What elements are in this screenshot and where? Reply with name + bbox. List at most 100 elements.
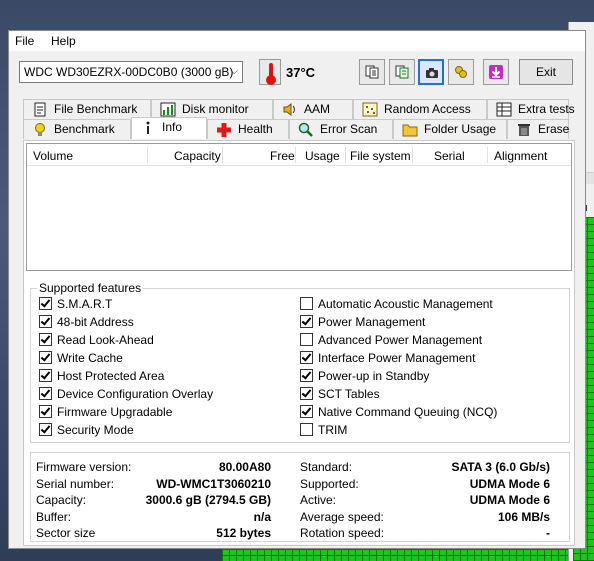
tab-label: AAM [304,102,331,116]
detail-key: Capacity: [36,493,87,507]
screenshot-button[interactable] [418,59,444,85]
checked-box-icon [300,315,313,328]
tab-error-scan[interactable]: Error Scan [289,119,393,139]
detail-row: Serial number: WD-WMC1T3060210 [36,477,271,493]
detail-row: Sector size 512 bytes [36,526,271,542]
column-alignment[interactable]: Alignment [494,149,547,163]
feature-label: Write Cache [57,351,123,365]
checked-box-icon [39,333,52,346]
magnifier-icon [298,122,313,137]
feature-label: Power Management [318,315,426,329]
detail-value: SATA 3 (6.0 Gb/s) [451,460,550,474]
feature-label: TRIM [318,423,348,437]
hd-tune-window: File Help WDC WD30EZRX-00DC0B0 (3000 gB)… [8,30,586,549]
copy-text-button[interactable] [359,59,385,85]
detail-row: Supported: UDMA Mode 6 [300,477,550,493]
column-serial[interactable]: Serial [434,149,465,163]
tab-label: Info [162,120,183,134]
folder-icon [402,124,418,137]
menu-file[interactable]: File [15,34,34,48]
options-button[interactable] [448,59,474,85]
checked-box-icon [39,387,52,400]
tabs-top-row: File Benchmark Disk monitor AAM Random A… [23,99,575,119]
tab-label: Erase [538,122,570,136]
detail-key: Supported: [300,476,359,491]
tab-health[interactable]: Health [207,119,289,139]
detail-value: 512 bytes [216,526,271,540]
menu-bar: File Help [9,31,585,51]
tab-random-access[interactable]: Random Access [353,99,487,119]
detail-value: 3000.6 gB (2794.5 GB) [145,493,271,507]
feature-label: Host Protected Area [57,369,165,383]
column-usage[interactable]: Usage [305,149,340,163]
volume-list[interactable]: Volume Capacity Free Usage File system S… [26,143,572,271]
feature-label: 48-bit Address [57,315,134,329]
tab-file-benchmark[interactable]: File Benchmark [23,99,151,119]
feature-label: Read Look-Ahead [57,333,154,347]
detail-key: Buffer: [36,509,72,524]
detail-key: Average speed: [300,509,384,524]
disk-monitor-icon [160,102,176,117]
detail-key: Firmware version: [36,460,132,474]
checked-box-icon [300,387,313,400]
drive-details: Firmware version: 80.00A80 Serial number: W… [30,452,570,542]
chevron-down-icon: ⌵ [230,66,238,77]
tab-disk-monitor[interactable]: Disk monitor [151,99,273,119]
checked-box-icon [300,405,313,418]
checked-box-icon [39,405,52,418]
camera-icon [426,68,438,78]
detail-value: UDMA Mode 6 [469,476,550,491]
tab-label: Disk monitor [182,102,249,116]
tab-erase[interactable]: Erase [507,119,569,139]
feature-label: Interface Power Management [318,351,476,365]
detail-key: Serial number: [36,476,115,491]
info-panel: Volume Capacity Free Usage File system S… [23,140,575,546]
speaker-icon [283,103,295,116]
detail-row: Average speed: 106 MB/s [300,510,550,526]
random-access-icon [362,102,378,117]
feature-label: Firmware Upgradable [57,405,173,419]
copy-report-button[interactable] [389,59,415,85]
feature-label: Native Command Queuing (NCQ) [318,405,498,419]
tab-aam[interactable]: AAM [273,99,353,119]
save-button[interactable] [483,59,509,85]
extra-tests-icon [496,102,512,117]
menu-help[interactable]: Help [51,34,76,48]
background-block-map-bottom [222,549,568,561]
tab-info[interactable]: Info [131,117,207,139]
drive-select[interactable]: WDC WD30EZRX-00DC0B0 (3000 gB) ⌵ [19,61,243,83]
tab-label: Benchmark [54,122,115,136]
tab-extra-tests[interactable]: Extra tests [487,99,575,119]
health-cross-icon [217,123,231,137]
detail-row: Rotation speed: - [300,526,550,542]
download-icon [489,65,503,79]
unchecked-box-icon [300,423,313,436]
detail-key: Sector size [36,526,96,540]
tab-label: Extra tests [518,102,575,116]
volume-list-header: Volume Capacity Free Usage File system S… [27,144,571,166]
exit-button[interactable]: Exit [519,59,573,85]
tab-folder-usage[interactable]: Folder Usage [393,119,507,139]
detail-key: Rotation speed: [300,526,385,540]
column-free[interactable]: Free [270,149,295,163]
detail-value: n/a [253,509,271,524]
info-icon [146,121,150,134]
tab-label: Error Scan [320,122,378,136]
feature-label: Power-up in Standby [318,369,430,383]
detail-value: WD-WMC1T3060210 [156,476,271,491]
column-volume[interactable]: Volume [33,149,73,163]
detail-row: Buffer: n/a [36,510,271,526]
feature-label: Security Mode [57,423,134,437]
checked-box-icon [39,351,52,364]
column-file-system[interactable]: File system [350,149,411,163]
thermometer-icon [259,59,281,85]
detail-value: UDMA Mode 6 [469,493,550,507]
tab-label: File Benchmark [54,102,138,116]
detail-value: - [546,526,550,540]
unchecked-box-icon [300,333,313,346]
detail-row: Firmware version: 80.00A80 [36,460,271,476]
feature-label: SCT Tables [318,387,380,401]
column-capacity[interactable]: Capacity [174,149,221,163]
tab-benchmark[interactable]: Benchmark [23,119,131,139]
feature-label: Automatic Acoustic Management [318,297,493,311]
